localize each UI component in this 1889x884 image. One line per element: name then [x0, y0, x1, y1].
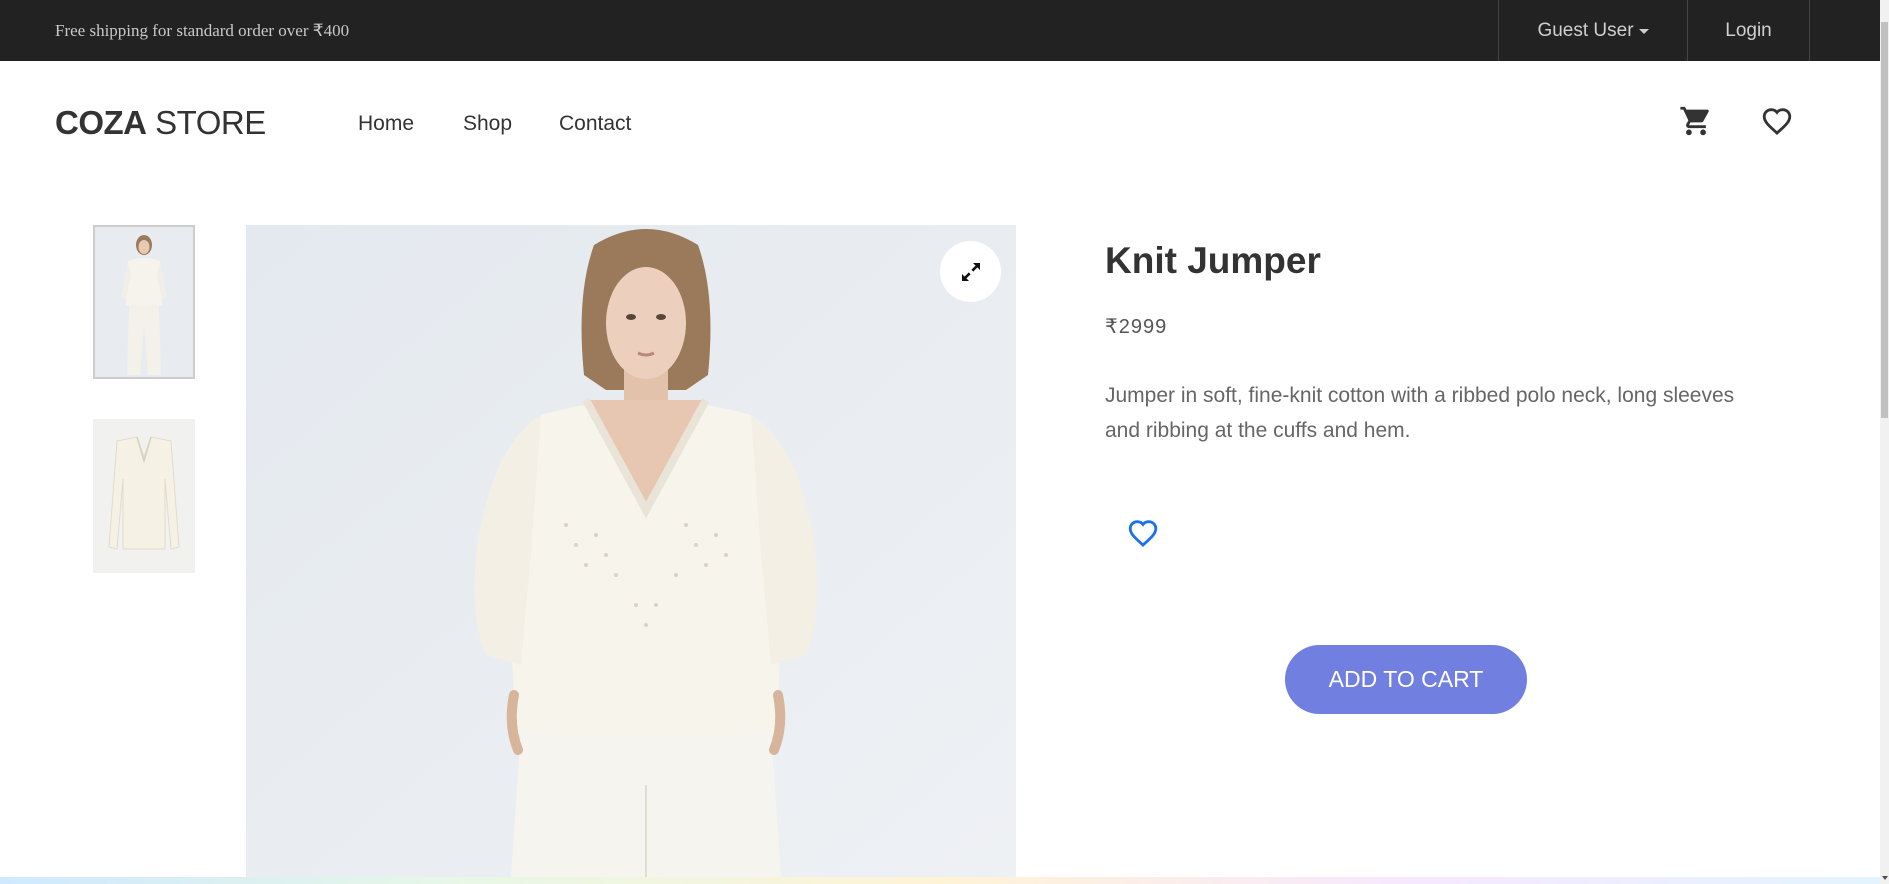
nav-home[interactable]: Home — [358, 112, 414, 136]
main-product-image — [246, 225, 1016, 877]
add-to-wishlist-button[interactable] — [1126, 516, 1160, 550]
expand-image-button[interactable] — [940, 241, 1001, 302]
top-bar: Free shipping for standard order over ₹4… — [0, 0, 1880, 61]
login-link[interactable]: Login — [1687, 0, 1810, 61]
free-shipping-promo: Free shipping for standard order over ₹4… — [55, 21, 350, 40]
guest-user-dropdown[interactable]: Guest User — [1498, 0, 1687, 61]
logo-bold-text: COZA — [55, 104, 147, 141]
nav-contact[interactable]: Contact — [559, 112, 631, 136]
cart-icon[interactable] — [1679, 104, 1713, 143]
expand-icon — [961, 262, 980, 281]
store-logo[interactable]: COZA STORE — [55, 104, 266, 142]
bottom-edge-strip — [0, 877, 1880, 884]
product-thumbnail-flat[interactable] — [93, 419, 195, 573]
product-title: Knit Jumper — [1105, 240, 1321, 281]
scroll-down-arrow-icon[interactable] — [1882, 876, 1888, 880]
product-thumbnail-model[interactable] — [93, 225, 195, 379]
heart-outline-icon — [1128, 520, 1158, 547]
scrollbar-thumb[interactable] — [1881, 22, 1888, 418]
add-to-cart-button[interactable]: ADD TO CART — [1285, 645, 1527, 714]
nav-shop[interactable]: Shop — [463, 112, 512, 136]
product-price: ₹2999 — [1105, 316, 1168, 338]
heart-icon[interactable] — [1759, 104, 1795, 143]
logo-light-text: STORE — [146, 104, 266, 141]
product-description: Jumper in soft, fine-knit cotton with a … — [1105, 384, 1735, 442]
caret-down-icon — [1638, 29, 1649, 34]
vertical-scrollbar[interactable] — [1880, 0, 1889, 884]
guest-user-label: Guest User — [1537, 19, 1634, 41]
